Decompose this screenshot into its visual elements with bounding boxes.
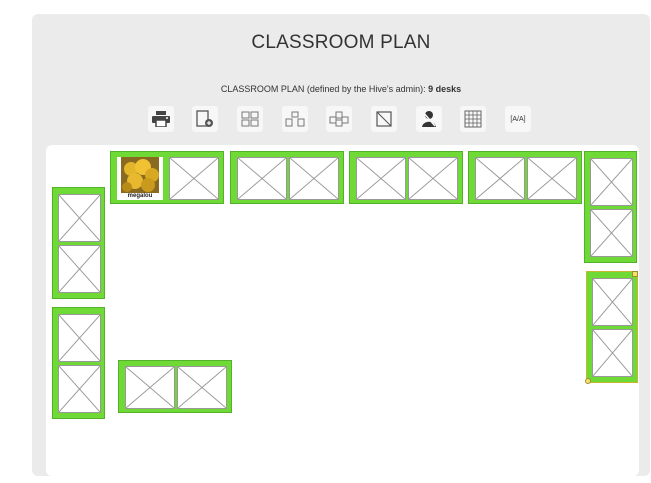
desk-cluster-icon: [329, 111, 349, 127]
desk[interactable]: [118, 360, 232, 413]
empty-seat[interactable]: [356, 157, 406, 200]
empty-seat-cross-icon: [238, 158, 286, 199]
desk[interactable]: [584, 151, 637, 263]
empty-seat[interactable]: [592, 329, 633, 377]
empty-seat[interactable]: [58, 365, 101, 413]
empty-seat-cross-icon: [170, 158, 218, 199]
empty-seat-cross-icon: [59, 315, 100, 361]
empty-seat-button[interactable]: [371, 106, 397, 132]
desk-group-icon: [285, 111, 305, 127]
student-icon: [422, 111, 436, 127]
desk-group-button[interactable]: [282, 106, 308, 132]
empty-seat-cross-icon: [357, 158, 405, 199]
empty-seat-cross-icon: [591, 159, 632, 205]
empty-seat-cross-icon: [593, 279, 632, 325]
subtitle-text: CLASSROOM PLAN (defined by the Hive's ad…: [220, 84, 429, 94]
empty-seat[interactable]: [237, 157, 287, 200]
desk[interactable]: [230, 151, 344, 204]
empty-seat[interactable]: [169, 157, 219, 200]
rotate-handle[interactable]: [585, 378, 591, 384]
empty-seat-cross-icon: [126, 367, 174, 408]
text-icon: [A/A]: [510, 115, 526, 123]
student-button[interactable]: [416, 106, 442, 132]
desk-count: 9 desks: [428, 84, 462, 94]
toolbar: [A/A]: [32, 106, 650, 136]
empty-seat-cross-icon: [290, 158, 338, 199]
student-name: megalou: [127, 193, 153, 199]
resize-handle[interactable]: [632, 271, 638, 277]
empty-seat[interactable]: [177, 366, 227, 409]
empty-seat-icon: [376, 111, 392, 127]
empty-seat[interactable]: [592, 278, 633, 326]
empty-seat-cross-icon: [528, 158, 576, 199]
printer-icon: [152, 111, 170, 127]
empty-seat[interactable]: [408, 157, 458, 200]
empty-seat-cross-icon: [591, 210, 632, 256]
print-button[interactable]: [148, 106, 174, 132]
empty-seat[interactable]: [58, 194, 101, 242]
empty-seat[interactable]: [475, 157, 525, 200]
empty-seat[interactable]: [590, 209, 633, 257]
desk-grid-button[interactable]: [237, 106, 263, 132]
desk[interactable]: megalou: [110, 151, 224, 204]
selected-desk[interactable]: [585, 271, 638, 384]
grid-icon: [464, 110, 482, 128]
empty-seat[interactable]: [58, 314, 101, 362]
add-desk-icon: [196, 110, 213, 127]
empty-seat-cross-icon: [59, 366, 100, 412]
desk[interactable]: [52, 307, 105, 419]
empty-seat[interactable]: [58, 245, 101, 293]
desk-cluster-button[interactable]: [326, 106, 352, 132]
page-subtitle: CLASSROOM PLAN (defined by the Hive's ad…: [32, 84, 650, 94]
classroom-plan-panel: CLASSROOM PLAN CLASSROOM PLAN (defined b…: [32, 14, 650, 476]
empty-seat[interactable]: [289, 157, 339, 200]
empty-seat-cross-icon: [59, 246, 100, 292]
student-seat[interactable]: megalou: [117, 157, 163, 200]
empty-seat[interactable]: [125, 366, 175, 409]
page-title: CLASSROOM PLAN: [251, 32, 431, 53]
desk[interactable]: [349, 151, 463, 204]
text-button[interactable]: [A/A]: [505, 106, 531, 132]
desk[interactable]: [468, 151, 582, 204]
desk-grid-icon: [241, 111, 259, 127]
empty-seat-cross-icon: [593, 330, 632, 376]
add-desk-button[interactable]: [192, 106, 218, 132]
empty-seat-cross-icon: [409, 158, 457, 199]
empty-seat-cross-icon: [178, 367, 226, 408]
grid-button[interactable]: [460, 106, 486, 132]
empty-seat-cross-icon: [476, 158, 524, 199]
empty-seat[interactable]: [527, 157, 577, 200]
empty-seat[interactable]: [590, 158, 633, 206]
classroom-canvas: megalou: [46, 145, 639, 476]
desk[interactable]: [52, 187, 105, 299]
empty-seat-cross-icon: [59, 195, 100, 241]
